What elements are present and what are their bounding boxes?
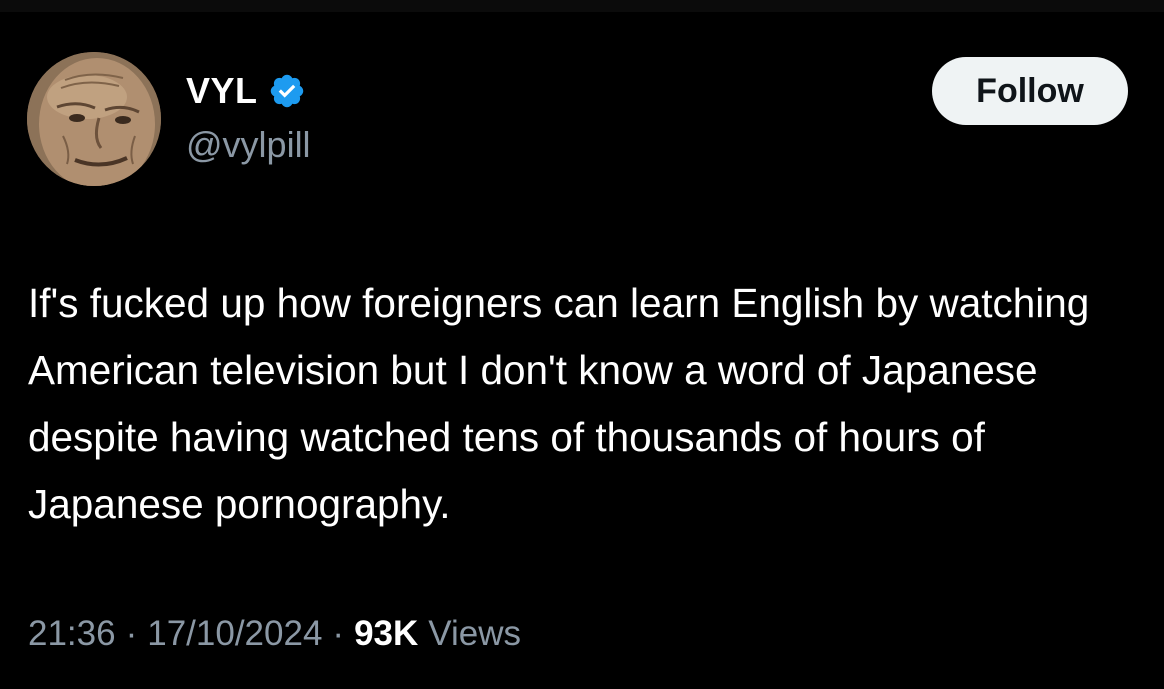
views-count[interactable]: 93K bbox=[354, 614, 418, 654]
meta-separator: · bbox=[332, 614, 345, 653]
tweet-text: If's fucked up how foreigners can learn … bbox=[28, 280, 1090, 527]
author-display-name[interactable]: VYL bbox=[186, 70, 258, 112]
tweet-time[interactable]: 21:36 bbox=[28, 614, 116, 654]
views-label: Views bbox=[428, 614, 522, 653]
meta-separator: · bbox=[125, 614, 138, 653]
tweet-meta: 21:36 · 17/10/2024 · 93K Views bbox=[28, 614, 521, 654]
verified-badge-icon bbox=[270, 74, 303, 108]
author-handle[interactable]: @vylpill bbox=[186, 124, 311, 166]
elderly-face-icon bbox=[27, 52, 161, 186]
tweet-date[interactable]: 17/10/2024 bbox=[147, 614, 322, 654]
author-name-row: VYL bbox=[186, 70, 306, 112]
follow-button[interactable]: Follow bbox=[932, 57, 1128, 125]
tweet-card: VYL @vylpill Follow If's fucked up how f… bbox=[0, 0, 1164, 689]
avatar[interactable] bbox=[27, 52, 161, 186]
